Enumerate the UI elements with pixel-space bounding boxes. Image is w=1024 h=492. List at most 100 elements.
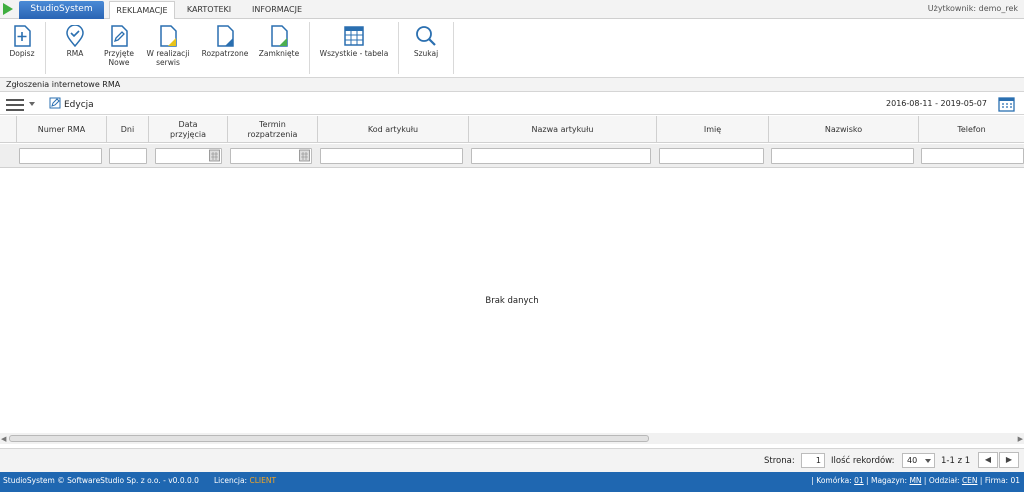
scroll-right-icon[interactable]: ▶ [1018,435,1023,443]
firma-value: 01 [1010,476,1020,485]
previous-page-button[interactable]: ◀ [978,452,998,468]
wszystkie-label: Wszystkie - tabela [319,49,389,58]
next-page-button[interactable]: ▶ [999,452,1019,468]
wszystkie-tabela-button[interactable]: Wszystkie - tabela [316,22,392,78]
context-info: | Komórka: 01 | Magazyn: MN | Oddział: C… [811,476,1020,485]
document-green-icon [271,25,288,47]
header-text: przyjęcia [170,129,206,139]
filter-imie[interactable] [659,148,764,164]
edit-button[interactable]: Edycja [49,97,94,111]
rozpatrzone-label: Rozpatrzone [201,49,249,58]
brand-tab[interactable]: StudioSystem [19,1,104,19]
ribbon-separator [309,22,310,74]
w-realizacji-button[interactable]: W realizacji serwis [143,22,193,78]
column-header-data-przyjecia[interactable]: Data przyjęcia [149,116,228,143]
header-text: Dni [120,124,135,134]
filter-dni[interactable] [109,148,147,164]
grid-header: Numer RMA Dni Data przyjęcia Termin rozpat… [0,116,1024,143]
license-value: CLIENT [249,476,277,485]
map-pin-check-icon [66,25,84,47]
records-value: 40 [907,456,918,465]
records-label: Ilość rekordów: [831,456,895,466]
scroll-left-icon[interactable]: ◀ [1,435,6,443]
header-text: Data [178,119,198,129]
column-header-numer-rma[interactable]: Numer RMA [17,116,107,143]
page-label: Strona: [764,456,795,466]
filter-nazwa-artykulu[interactable] [471,148,651,164]
szukaj-button[interactable]: Szukaj [405,22,447,78]
filter-telefon[interactable] [921,148,1024,164]
empty-message: Brak danych [485,296,539,306]
menu-dropdown-caret-icon[interactable] [29,102,35,106]
zamkniete-label: Zamknięte [258,49,300,58]
dopisz-button[interactable]: Dopisz [4,22,40,78]
przyjete-nowe-button[interactable]: Przyjęte Nowe [100,22,138,78]
rma-button[interactable]: RMA [58,22,92,78]
ribbon: Dopisz RMA Przyjęte Nowe W realizacji se… [0,19,1024,78]
ribbon-separator [398,22,399,74]
column-header-nazwa-artykulu[interactable]: Nazwa artykułu [469,116,657,143]
copyright-text: StudioSystem © SoftwareStudio Sp. z o.o.… [3,476,199,485]
row-selector-header [0,116,17,143]
zamkniete-button[interactable]: Zamknięte [255,22,303,78]
nowe-label: Nowe [108,58,130,67]
document-yellow-icon [160,25,177,47]
przyjete-label: Przyjęte [103,49,135,58]
edit-document-icon [111,25,128,47]
filter-kod-artykulu[interactable] [320,148,463,164]
firma-label: Firma: [984,476,1009,485]
rma-label: RMA [66,49,84,58]
scrollbar-thumb[interactable] [9,435,649,442]
calendar-icon[interactable] [299,149,310,162]
user-label: Użytkownik: demo_rek [927,4,1018,13]
play-icon[interactable] [2,3,13,15]
szukaj-label: Szukaj [413,49,439,58]
table-icon [344,26,364,46]
komorka-link[interactable]: 01 [854,476,864,485]
header-text: Kod artykułu [367,124,419,134]
edit-label: Edycja [64,100,94,110]
komorka-label: Komórka: [816,476,852,485]
license-info: Licencja: CLIENT [214,472,276,490]
records-per-page-select[interactable]: 40 [902,453,935,468]
license-label: Licencja: [214,476,248,485]
column-header-imie[interactable]: Imię [657,116,769,143]
header-text: rozpatrzenia [247,129,298,139]
chevron-down-icon [925,459,931,463]
page-input[interactable]: 1 [801,453,825,468]
status-bar: StudioSystem © SoftwareStudio Sp. z o.o.… [0,472,1024,492]
calendar-icon[interactable] [998,96,1015,112]
serwis-label: serwis [156,58,180,67]
filter-nazwisko[interactable] [771,148,914,164]
tab-informacje[interactable]: INFORMACJE [244,1,310,19]
filter-row [0,144,1024,168]
w-realizacji-label: W realizacji [146,49,190,58]
ribbon-separator [45,22,46,74]
column-header-nazwisko[interactable]: Nazwisko [769,116,919,143]
magazyn-link[interactable]: MN [909,476,921,485]
add-document-icon [14,25,31,47]
section-title: Zgłoszenia internetowe RMA [0,78,1024,92]
header-text: Telefon [957,124,986,134]
tab-reklamacje[interactable]: REKLAMACJE [109,1,175,19]
oddzial-link[interactable]: CEN [962,476,978,485]
header-text: Nazwa artykułu [531,124,594,134]
column-header-telefon[interactable]: Telefon [919,116,1024,143]
document-blue-icon [217,25,234,47]
column-header-termin-rozpatrzenia[interactable]: Termin rozpatrzenia [228,116,318,143]
column-header-kod-artykulu[interactable]: Kod artykułu [318,116,469,143]
hamburger-menu-icon[interactable] [6,99,24,111]
header-text: Nazwisko [824,124,863,134]
calendar-icon[interactable] [209,149,220,162]
column-header-dni[interactable]: Dni [107,116,149,143]
date-range-text: 2016-08-11 - 2019-05-07 [886,99,987,108]
header-text: Numer RMA [37,124,86,134]
rozpatrzone-button[interactable]: Rozpatrzone [198,22,252,78]
ribbon-separator [453,22,454,74]
tab-kartoteki[interactable]: KARTOTEKI [181,1,237,19]
horizontal-scrollbar[interactable]: ◀ ▶ [0,433,1024,444]
filter-numer-rma[interactable] [19,148,102,164]
grid-toolbar: Edycja 2016-08-11 - 2019-05-07 [0,93,1024,115]
magazyn-label: Magazyn: [870,476,908,485]
pager: Strona: 1 Ilość rekordów: 40 1-1 z 1 ◀ ▶ [0,448,1024,472]
